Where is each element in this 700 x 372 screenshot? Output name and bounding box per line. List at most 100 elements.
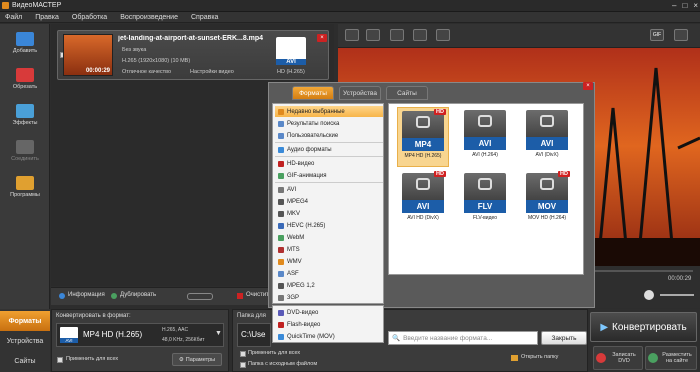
list-item-label: AVI (287, 186, 297, 193)
source-folder-checkbox[interactable] (240, 362, 246, 368)
view-toggle[interactable] (187, 293, 213, 300)
list-item-label: QuickTime (MOV) (287, 333, 335, 340)
popup-tab-devices[interactable]: Устройства (339, 86, 381, 100)
folder-path-field[interactable]: C:\Use (237, 323, 271, 347)
list-item[interactable]: MPEG 1,2 (275, 280, 383, 291)
list-item[interactable]: MKV (275, 208, 383, 219)
list-item[interactable]: Пользовательские (275, 130, 383, 141)
tab-devices[interactable]: Устройства (0, 331, 50, 351)
apply-all-checkbox[interactable] (57, 357, 63, 363)
output-format-badge[interactable]: AVI (276, 37, 306, 65)
popup-tab-sites[interactable]: Сайты (386, 86, 428, 100)
clear-icon (237, 293, 243, 299)
format-caption: MP4 HD (H.265) (404, 153, 442, 159)
list-item[interactable]: Flash-видео (275, 319, 383, 330)
popup-close-icon[interactable]: × (583, 82, 593, 90)
folder-apply-all-checkbox[interactable] (240, 351, 246, 357)
programs-button[interactable]: Программы (7, 174, 43, 202)
list-item[interactable]: ASF (275, 268, 383, 279)
effects-button[interactable]: Эффекты (7, 102, 43, 130)
format-tile-avi-h264[interactable]: AVI AVI (H.264) (459, 107, 511, 167)
params-button[interactable]: ⚙ Параметры (172, 353, 222, 366)
menu-edit[interactable]: Правка (35, 14, 59, 21)
chevron-down-icon[interactable]: ▼ (215, 330, 222, 337)
list-item[interactable]: MPEG4 (275, 196, 383, 207)
format-tile-mov-hd[interactable]: HD MOV MOV HD (H.264) (521, 170, 573, 230)
format-tile-mp4-hd[interactable]: HD MP4 MP4 HD (H.265) (397, 107, 449, 167)
gif-icon[interactable]: GIF (650, 29, 664, 41)
maximize-icon[interactable]: □ (682, 1, 687, 10)
format-select-badge: AVI (60, 327, 78, 343)
trim-button[interactable]: Обрезать (7, 66, 43, 94)
list-item-label: MPEG 1,2 (287, 282, 315, 289)
popup-close-button[interactable]: Закрыть (541, 331, 587, 345)
format-tile-avi-hd-divx[interactable]: HD AVI AVI HD (DivX) (397, 170, 449, 230)
format-badge: AVI (464, 137, 506, 150)
selected-format: MP4 HD (H.265) (83, 330, 143, 339)
volume-icon[interactable] (644, 290, 654, 300)
upload-icon (648, 353, 658, 363)
filmstrip-icon[interactable] (345, 29, 359, 41)
join-button[interactable]: Соединить (7, 138, 43, 166)
convert-button[interactable]: ▶ Конвертировать (590, 312, 697, 342)
tab-sites[interactable]: Сайты (0, 351, 50, 371)
format-badge: FLV (464, 200, 506, 213)
format-search-input[interactable]: 🔍 Введите название формата... (388, 331, 538, 345)
list-item[interactable]: AVI (275, 184, 383, 195)
format-badge: AVI (402, 200, 444, 213)
menu-playback[interactable]: Воспроизведение (120, 14, 178, 21)
format-tile-avi-divx[interactable]: AVI AVI (DivX) (521, 107, 573, 167)
camera-icon (540, 115, 554, 127)
tab-formats[interactable]: Форматы (0, 311, 50, 331)
minimize-icon[interactable]: – (672, 1, 676, 10)
list-item[interactable]: 3GP (275, 292, 383, 303)
popup-tab-formats[interactable]: Форматы (292, 86, 334, 100)
convert-format-panel: Конвертировать в формат: AVI MP4 HD (H.2… (51, 309, 229, 372)
volume-slider[interactable] (660, 294, 694, 296)
list-item[interactable]: GIF-анимация (275, 170, 383, 181)
list-item-label: MPEG4 (287, 198, 309, 205)
format-caption: AVI HD (DivX) (407, 215, 439, 221)
list-item[interactable]: DVD-видео (275, 307, 383, 318)
trim-label: Обрезать (12, 84, 38, 90)
list-item[interactable]: WMV (275, 256, 383, 267)
list-item[interactable]: HD-видео (275, 158, 383, 169)
quicktime-icon (278, 333, 284, 340)
menu-process[interactable]: Обработка (72, 14, 107, 21)
burn-dvd-button[interactable]: Записать DVD (593, 346, 643, 370)
fullscreen-icon[interactable] (413, 29, 427, 41)
crop-icon[interactable] (366, 29, 380, 41)
format-caption: AVI (DivX) (535, 152, 559, 158)
speed-icon[interactable] (436, 29, 450, 41)
left-toolbar: Добавить Обрезать Эффекты Соединить Прог… (0, 24, 50, 309)
format-badge: MOV (526, 200, 568, 213)
open-folder-button[interactable]: Открыть папку (521, 354, 558, 360)
menu-help[interactable]: Справка (191, 14, 218, 21)
format-tile-flv[interactable]: FLV FLV-видео (459, 170, 511, 230)
menu-file[interactable]: Файл (5, 14, 22, 21)
list-item[interactable]: HEVC (H.265) (275, 220, 383, 231)
close-icon[interactable]: × (693, 1, 698, 10)
list-item[interactable]: WebM (275, 232, 383, 243)
list-item[interactable]: Недавно выбранные (275, 106, 383, 117)
info-button[interactable]: Информация (68, 292, 105, 298)
format-grid: HD MP4 MP4 HD (H.265) AVI AVI (H.264) AVI… (388, 103, 584, 275)
duplicate-button[interactable]: Дублировать (120, 292, 156, 298)
list-item[interactable]: MTS (275, 244, 383, 255)
list-item[interactable]: QuickTime (MOV) (275, 331, 383, 342)
effects-icon (16, 104, 34, 118)
add-button[interactable]: Добавить (7, 30, 43, 58)
file-quality[interactable]: Отличное качество (122, 69, 171, 75)
brightness-icon[interactable] (390, 29, 404, 41)
list-item[interactable]: Результаты поиска (275, 118, 383, 129)
list-item-label: ASF (287, 270, 299, 277)
list-item[interactable]: Аудио форматы (275, 144, 383, 155)
mpeg4-icon (278, 198, 284, 205)
format-select[interactable]: AVI MP4 HD (H.265) H.265, AAC 48,0 KHz, … (56, 323, 224, 347)
add-file-icon (16, 32, 34, 46)
remove-file-icon[interactable]: × (317, 34, 327, 42)
snapshot-icon[interactable] (674, 29, 688, 41)
output-format-label: AVI (276, 59, 306, 65)
upload-site-button[interactable]: Разместить на сайте (645, 346, 697, 370)
video-settings-link[interactable]: Настройки видео (190, 69, 234, 75)
